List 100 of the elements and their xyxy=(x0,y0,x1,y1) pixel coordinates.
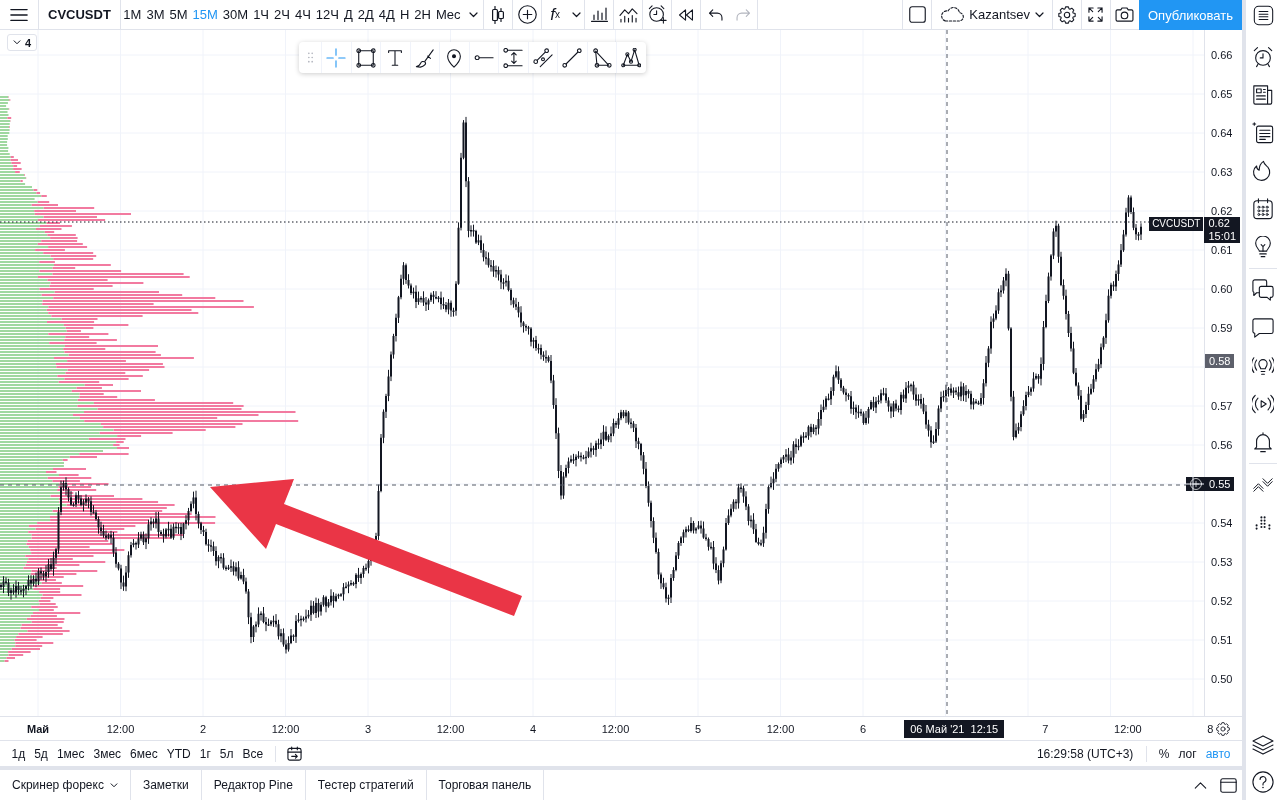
price-label: 0.51 xyxy=(1211,634,1233,646)
time-label: 8 xyxy=(1207,722,1214,735)
price-label: 0.59 xyxy=(1211,322,1233,334)
chevrons-icon xyxy=(1253,477,1273,493)
price-label: 0.62 xyxy=(1211,205,1233,217)
interval-button[interactable]: 2Д xyxy=(355,0,377,29)
time-label: 12:00 xyxy=(106,722,135,735)
rewind-icon xyxy=(678,8,695,21)
time-label: 5 xyxy=(694,722,702,735)
scale-option-button[interactable]: % xyxy=(1154,742,1174,765)
panel-tab[interactable]: Тестер стратегий xyxy=(305,770,427,800)
interval-button[interactable]: Д xyxy=(341,0,356,29)
interval-button[interactable]: 2Н xyxy=(411,0,434,29)
brush-icon xyxy=(414,47,435,68)
range-button[interactable]: 1г xyxy=(195,742,216,765)
interval-button[interactable]: Мес xyxy=(433,0,464,29)
price-label: 0.50 xyxy=(1211,673,1233,685)
chevron-down-icon xyxy=(1035,11,1044,18)
price-range-icon xyxy=(503,47,524,68)
interval-button[interactable]: Н xyxy=(397,0,412,29)
time-label: 4 xyxy=(529,722,537,735)
price-label: 0.52 xyxy=(1211,595,1233,607)
bell-icon xyxy=(1252,431,1274,453)
price-label: 0.66 xyxy=(1211,49,1233,61)
panel-tab[interactable]: Заметки xyxy=(130,770,202,800)
account-button[interactable]: Kazantsev xyxy=(932,0,1052,29)
interval-button[interactable]: 1Ч xyxy=(250,0,272,29)
alarm-clock-icon xyxy=(1252,46,1274,68)
time-label: 3 xyxy=(364,722,372,735)
calendar-icon xyxy=(1252,198,1274,220)
crosshair-time-label: 06 Май '21 12:15 xyxy=(904,719,1005,738)
layers-icon xyxy=(1252,735,1274,755)
help-icon xyxy=(1252,771,1274,793)
time-label: 12:00 xyxy=(766,722,795,735)
range-button[interactable]: 1д xyxy=(7,742,30,765)
panel-tab[interactable]: Торговая панель xyxy=(426,770,545,800)
range-button[interactable]: 1мес xyxy=(52,742,89,765)
interval-button[interactable]: 4Ч xyxy=(292,0,314,29)
lightbulb-waves-icon xyxy=(1252,355,1274,377)
zigzag-pattern-icon xyxy=(621,47,642,68)
time-label: 2 xyxy=(199,722,207,735)
newspaper-icon xyxy=(1252,84,1274,106)
fullscreen-icon xyxy=(1088,7,1104,22)
triangle-icon xyxy=(591,47,612,68)
price-label: 0.60 xyxy=(1211,283,1233,295)
chat-bubble-icon xyxy=(1252,317,1274,339)
alarm-clock-plus-icon xyxy=(647,5,667,24)
interval-button[interactable]: 12Ч xyxy=(313,0,342,29)
range-button[interactable]: YTD xyxy=(162,742,196,765)
document-sparkle-icon xyxy=(1252,122,1274,144)
drag-handle-icon[interactable] xyxy=(307,52,313,63)
chat-bubbles-icon xyxy=(1252,279,1274,301)
range-button[interactable]: 5д xyxy=(29,742,53,765)
price-tag: 0.58 xyxy=(1205,354,1235,368)
panel-tab[interactable]: Скринер форекс xyxy=(0,770,131,800)
interval-button[interactable]: 5М xyxy=(166,0,191,29)
time-label: 12:00 xyxy=(1114,722,1142,735)
clock-text: 16:29:58 (UTC+3) xyxy=(1035,746,1135,761)
settings-icon xyxy=(1216,721,1230,736)
caret-up-icon xyxy=(1193,781,1207,789)
panel-tab[interactable]: Редактор Pine xyxy=(201,770,306,800)
interval-button[interactable]: 2Ч xyxy=(271,0,293,29)
symbol-button[interactable]: CVCUSDT xyxy=(39,0,120,29)
month-label: Май xyxy=(26,722,50,735)
range-button[interactable]: Все xyxy=(237,742,268,765)
indicators-toggle[interactable]: 4 xyxy=(7,34,38,51)
crosshair-price-label: 0.55 xyxy=(1205,477,1235,491)
calendar-arrow-icon xyxy=(287,746,303,761)
time-label: 12:00 xyxy=(271,722,300,735)
undo-icon xyxy=(707,8,723,21)
price-label: 0.64 xyxy=(1211,127,1233,139)
horizontal-ray-icon xyxy=(473,54,494,61)
interval-button[interactable]: 1М xyxy=(120,0,144,29)
interval-button[interactable]: 4Д xyxy=(376,0,398,29)
menu-icon xyxy=(10,7,28,22)
square-icon xyxy=(908,6,926,23)
bar-chart-icon xyxy=(590,7,608,22)
time-label: 7 xyxy=(1042,722,1049,735)
time-label: 12:00 xyxy=(601,722,630,735)
price-label: 0.57 xyxy=(1211,400,1233,412)
range-button[interactable]: 6мес xyxy=(125,742,163,765)
range-button[interactable]: 5л xyxy=(215,742,238,765)
crosshair-icon xyxy=(326,47,347,68)
range-button[interactable]: 3мес xyxy=(89,742,126,765)
price-label: 0.61 xyxy=(1211,244,1233,256)
candlestick-icon xyxy=(492,5,505,24)
chevron-down-icon xyxy=(13,40,21,45)
interval-button[interactable]: 30М xyxy=(220,0,251,29)
play-waves-icon xyxy=(1252,393,1274,415)
price-label: 0.56 xyxy=(1211,439,1233,451)
settings-icon xyxy=(1058,5,1076,24)
redo-icon xyxy=(735,8,751,21)
interval-button[interactable]: 3М xyxy=(143,0,167,29)
symbol-price-label: CVCUSDT xyxy=(1149,217,1204,231)
plus-circle-icon xyxy=(517,5,537,24)
rectangle-icon xyxy=(355,47,376,68)
bar-countdown: 15:01 xyxy=(1208,230,1236,243)
last-price: 0.62 xyxy=(1208,217,1231,230)
scale-option-button[interactable]: лог xyxy=(1174,742,1202,765)
price-label: 0.54 xyxy=(1211,517,1233,529)
